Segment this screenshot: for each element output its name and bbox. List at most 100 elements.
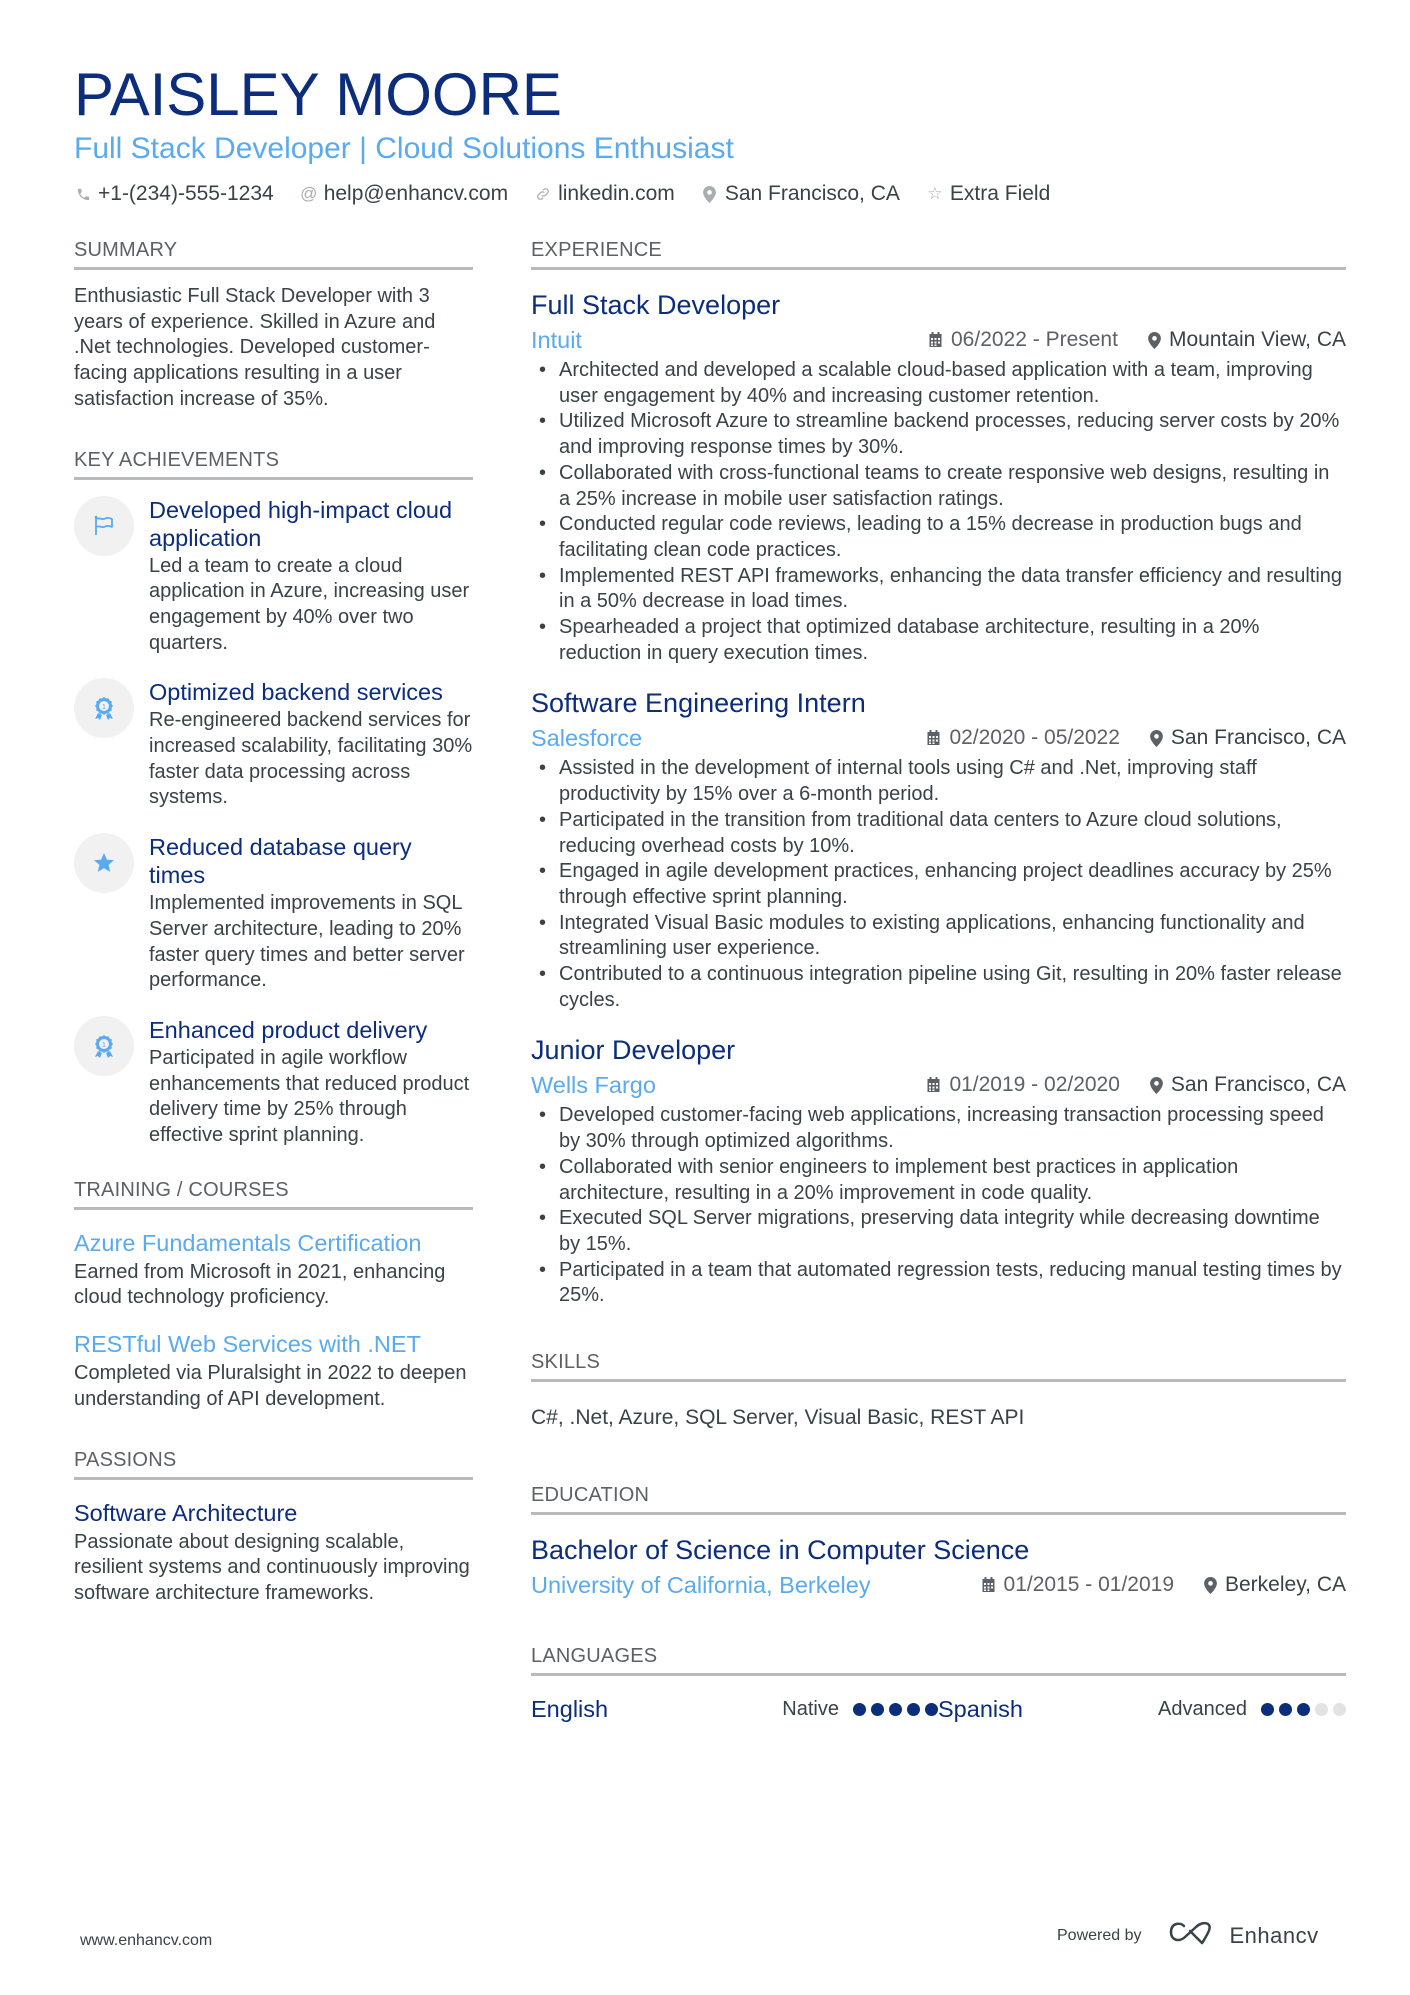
passions-section: Passions Software Architecture Passionat… — [74, 1447, 473, 1607]
course-desc: Earned from Microsoft in 2021, enhancing… — [74, 1260, 446, 1309]
languages-section: Languages English Native Spanish Advance… — [531, 1643, 1346, 1723]
achievement-desc: Implemented improvements in SQL Server a… — [149, 892, 465, 992]
job-entry: Full Stack Developer Intuit 06/2022 - Pr… — [531, 288, 1346, 666]
enhancv-brand[interactable]: Enhancv — [1168, 1920, 1319, 1951]
contact-linkedin[interactable]: linkedin.com — [534, 182, 675, 206]
achievement-title: Optimized backend services — [149, 679, 443, 706]
calendar-icon — [981, 1577, 996, 1593]
passion-desc: Passionate about designing scalable, res… — [74, 1530, 470, 1604]
achievement-title: Enhanced product delivery — [149, 1016, 428, 1043]
enhancv-logo-icon — [1168, 1920, 1216, 1951]
job-location: San Francisco, CA — [1150, 726, 1346, 750]
calendar-icon — [926, 1077, 941, 1093]
language-item: Spanish Advanced — [938, 1696, 1346, 1723]
job-location-text: Mountain View, CA — [1168, 328, 1346, 351]
job-title: Full Stack Developer — [531, 290, 781, 320]
footer-website[interactable]: www.enhancv.com — [80, 1932, 212, 1950]
left-column: Summary Enthusiastic Full Stack Develope… — [74, 237, 473, 1641]
star-icon — [74, 833, 134, 894]
course-title: RESTful Web Services with .NET — [74, 1331, 421, 1358]
achievement-item: 1 Enhanced product delivery Participated… — [74, 1015, 473, 1149]
job-location-text: San Francisco, CA — [1170, 1073, 1346, 1097]
summary-section: Summary Enthusiastic Full Stack Develope… — [74, 237, 473, 413]
achievement-item: 1 Optimized backend services Re-engineer… — [74, 678, 473, 811]
language-rating — [1261, 1703, 1346, 1717]
section-heading: Education — [531, 1482, 1346, 1516]
school-name: University of California, Berkeley — [531, 1571, 871, 1598]
rating-dot-filled — [871, 1703, 884, 1717]
section-heading: Skills — [531, 1349, 1346, 1383]
candidate-name: PAISLEY MOORE — [74, 61, 562, 128]
at-icon: @ — [300, 184, 318, 203]
bullet-item: Conducted regular code reviews, leading … — [531, 512, 1346, 563]
job-dates: 01/2019 - 02/2020 — [926, 1073, 1120, 1097]
language-level: Native — [782, 1698, 839, 1721]
brand-name: Enhancv — [1229, 1922, 1319, 1948]
achievement-desc: Re-engineered backend services for incre… — [149, 709, 473, 809]
location-pin-icon — [1150, 729, 1163, 747]
education-section: Education Bachelor of Science in Compute… — [531, 1482, 1346, 1601]
flag-icon — [74, 495, 134, 556]
bullet-item: Utilized Microsoft Azure to streamline b… — [531, 409, 1346, 460]
degree-title: Bachelor of Science in Computer Science — [531, 1535, 1030, 1566]
job-dates-text: 02/2020 - 05/2022 — [949, 726, 1120, 750]
bullet-item: Engaged in agile development practices, … — [531, 859, 1346, 910]
bullet-item: Assisted in the development of internal … — [531, 756, 1346, 807]
achievement-title: Developed high-impact cloud application — [149, 496, 453, 551]
key-achievements-section: Key Achievements Developed high-impact c… — [74, 447, 473, 1149]
rating-dot-empty — [1315, 1703, 1328, 1717]
bullet-item: Spearheaded a project that optimized dat… — [531, 615, 1346, 666]
company-name: Wells Fargo — [531, 1071, 656, 1098]
language-level: Advanced — [1158, 1698, 1247, 1721]
job-dates-text: 01/2019 - 02/2020 — [949, 1073, 1120, 1097]
job-title: Junior Developer — [531, 1035, 736, 1066]
bullet-item: Participated in a team that automated re… — [531, 1258, 1346, 1309]
course-title: Azure Fundamentals Certification — [74, 1229, 422, 1256]
star-icon: ☆ — [927, 184, 943, 203]
training-section: Training / Courses Azure Fundamentals Ce… — [74, 1177, 473, 1413]
contact-extra: ☆ Extra Field — [926, 182, 1050, 206]
location-pin-icon — [1148, 331, 1161, 349]
resume-header: PAISLEY MOORE Full Stack Developer | Clo… — [74, 60, 1354, 206]
rating-dot-filled — [1297, 1703, 1310, 1717]
language-item: English Native — [531, 1696, 938, 1723]
education-location-text: Berkeley, CA — [1225, 1573, 1346, 1597]
contact-location: San Francisco, CA — [701, 182, 900, 206]
footer-branding: Powered by Enhancv — [1057, 1920, 1319, 1951]
rating-dot-filled — [889, 1703, 902, 1717]
section-heading: Training / Courses — [74, 1177, 473, 1210]
rating-dot-filled — [925, 1703, 938, 1717]
bullet-item: Collaborated with senior engineers to im… — [531, 1155, 1346, 1206]
contact-phone[interactable]: +1-(234)-555-1234 — [74, 182, 274, 206]
achievement-item: Developed high-impact cloud application … — [74, 495, 473, 657]
course-desc: Completed via Pluralsight in 2022 to dee… — [74, 1362, 467, 1410]
powered-by-label: Powered by — [1057, 1926, 1142, 1944]
experience-section: Experience Full Stack Developer Intuit 0… — [531, 237, 1346, 1309]
section-heading: Experience — [531, 237, 1346, 270]
job-title: Software Engineering Intern — [531, 688, 866, 719]
phone-icon — [74, 187, 92, 202]
job-location: Mountain View, CA — [1148, 328, 1346, 352]
contact-bar: +1-(234)-555-1234 @ help@enhancv.com lin… — [74, 182, 1354, 206]
award-ribbon-icon: 1 — [74, 1015, 134, 1076]
bullet-item: Implemented REST API frameworks, enhanci… — [531, 564, 1346, 615]
award-ribbon-icon: 1 — [74, 678, 134, 739]
summary-text: Enthusiastic Full Stack Developer with 3… — [74, 285, 436, 410]
education-dates-text: 01/2015 - 01/2019 — [1003, 1573, 1174, 1597]
contact-linkedin-text: linkedin.com — [558, 182, 675, 205]
candidate-title: Full Stack Developer | Cloud Solutions E… — [74, 132, 734, 165]
section-heading: Key Achievements — [74, 447, 473, 480]
passion-title: Software Architecture — [74, 1499, 298, 1526]
rating-dot-empty — [1333, 1703, 1346, 1717]
contact-email[interactable]: @ help@enhancv.com — [300, 182, 508, 206]
calendar-icon — [926, 730, 941, 746]
rating-dot-filled — [1279, 1703, 1292, 1717]
svg-text:1: 1 — [102, 1042, 106, 1049]
bullet-item: Executed SQL Server migrations, preservi… — [531, 1206, 1346, 1257]
job-location-text: San Francisco, CA — [1170, 726, 1346, 750]
location-pin-icon — [1204, 1576, 1217, 1594]
job-dates: 02/2020 - 05/2022 — [926, 726, 1120, 750]
section-heading: Summary — [74, 237, 473, 270]
contact-email-text: help@enhancv.com — [323, 182, 509, 205]
rating-dot-filled — [1261, 1703, 1274, 1717]
